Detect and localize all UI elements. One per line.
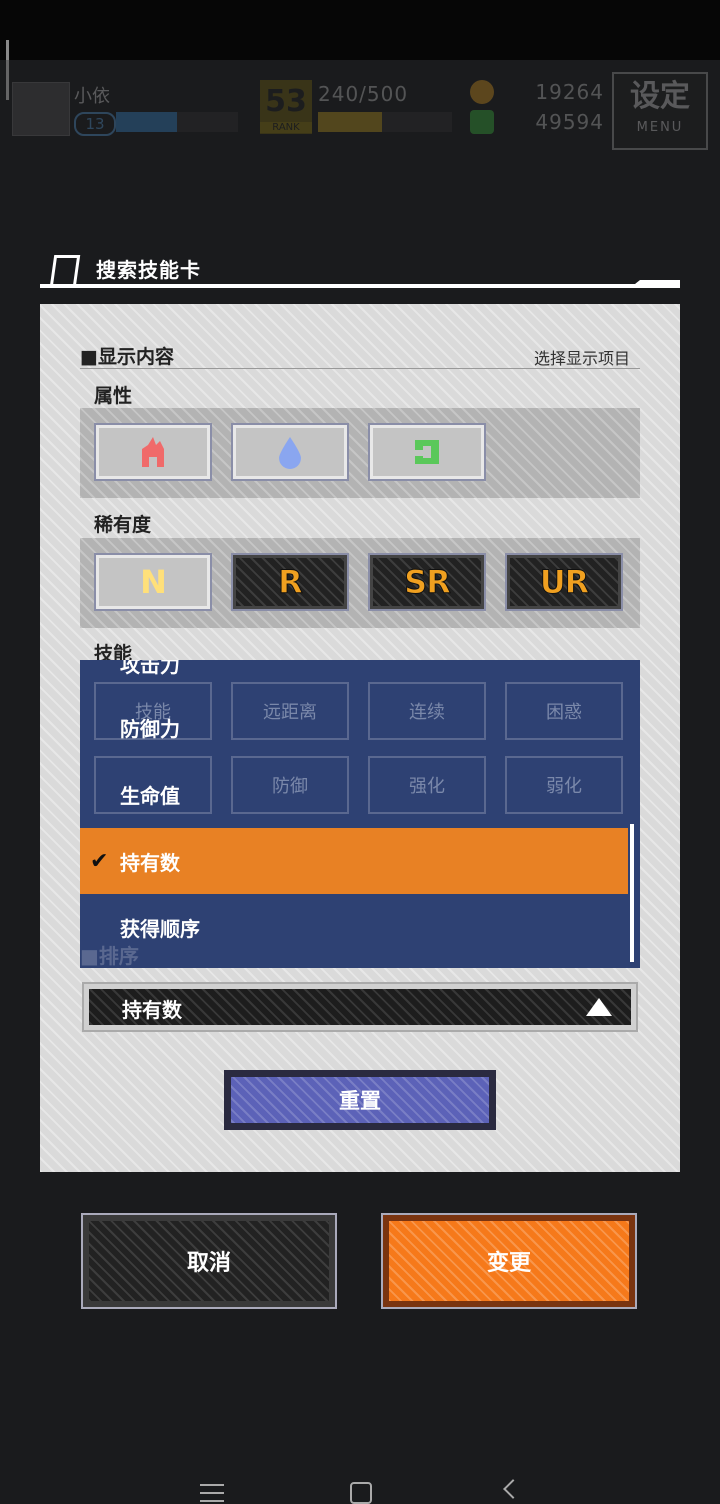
caret-up-icon [586, 998, 612, 1016]
rarity-n-toggle[interactable]: N [94, 553, 212, 611]
coin-icon [470, 80, 494, 104]
checkmark-icon: ✔ [90, 848, 109, 874]
level-badge: 13 [74, 112, 116, 136]
rarity-r-label: R [278, 563, 304, 602]
sort-dropdown-list[interactable]: 技能 远距离 连续 困惑 防御 强化 弱化 攻击力 防御力 生命值 ✔ 持有数 … [80, 660, 640, 968]
nav-back-icon[interactable] [503, 1479, 523, 1499]
sort-select-value: 持有数 [122, 998, 182, 1022]
change-button[interactable]: 变更 [381, 1213, 637, 1309]
nav-menu-icon[interactable] [200, 1484, 224, 1502]
status-bar [0, 0, 720, 60]
stamina-bar-fill [318, 112, 383, 132]
rank-label: RANK [260, 122, 312, 133]
rarity-sr-toggle[interactable]: SR [368, 553, 486, 611]
rarity-ur-toggle[interactable]: UR [505, 553, 623, 611]
stamina-bar [318, 112, 452, 132]
rarity-n-label: N [140, 563, 167, 601]
menu-title: 设定 [630, 79, 690, 114]
rarity-sr-label: SR [404, 563, 452, 602]
dropdown-option-defense[interactable]: 防御力 [80, 694, 628, 760]
cancel-button[interactable]: 取消 [81, 1213, 337, 1309]
exp-bar [116, 112, 238, 132]
title-underline [40, 284, 680, 288]
nav-home-icon[interactable] [350, 1482, 372, 1504]
rarity-label: 稀有度 [94, 514, 152, 536]
gem-count: 49594 [535, 110, 604, 134]
exp-bar-fill [116, 112, 177, 132]
dropdown-option-acquired-order[interactable]: 获得顺序 [80, 894, 628, 960]
dropdown-option-owned-count[interactable]: ✔ 持有数 [80, 828, 628, 894]
dropdown-option-label: 持有数 [120, 850, 180, 875]
title-underline-accent [630, 280, 680, 288]
player-name: 小依 [74, 86, 110, 107]
dropdown-option-attack[interactable]: 攻击力 [80, 660, 628, 696]
section-divider [80, 368, 640, 369]
avatar [12, 82, 70, 136]
card-icon [49, 255, 81, 287]
dropdown-option-label: 生命值 [120, 783, 180, 808]
dropdown-option-label: 获得顺序 [120, 916, 200, 941]
menu-button[interactable]: 设定 MENU [612, 72, 708, 150]
gem-icon [470, 110, 494, 134]
attribute-label: 属性 [94, 385, 133, 407]
menu-label: MENU [636, 120, 684, 135]
display-section-heading: ■显示内容 [80, 346, 174, 368]
rarity-r-toggle[interactable]: R [231, 553, 349, 611]
sort-select[interactable]: 持有数 [82, 982, 638, 1032]
sort-section-heading: ■排序 [80, 944, 139, 968]
dropdown-option-hp[interactable]: 生命值 [80, 761, 628, 827]
water-drop-icon [279, 437, 301, 469]
dropdown-option-label: 攻击力 [120, 660, 180, 677]
wind-icon [415, 440, 439, 464]
dropdown-scrollbar[interactable] [630, 824, 634, 962]
dropdown-option-label: 防御力 [120, 716, 180, 741]
stamina-text: 240/500 [318, 82, 409, 106]
attribute-water-toggle[interactable] [231, 423, 349, 481]
attribute-fire-toggle[interactable] [94, 423, 212, 481]
coin-count: 19264 [535, 80, 604, 104]
attribute-wind-toggle[interactable] [368, 423, 486, 481]
attribute-row [80, 408, 640, 498]
reset-button[interactable]: 重置 [224, 1070, 496, 1130]
dialog-title: 搜索技能卡 [96, 258, 201, 282]
rarity-ur-label: UR [539, 563, 590, 602]
display-subtitle: 选择显示项目 [534, 349, 631, 368]
fire-icon [142, 437, 164, 467]
rarity-row: N R SR UR [80, 538, 640, 628]
